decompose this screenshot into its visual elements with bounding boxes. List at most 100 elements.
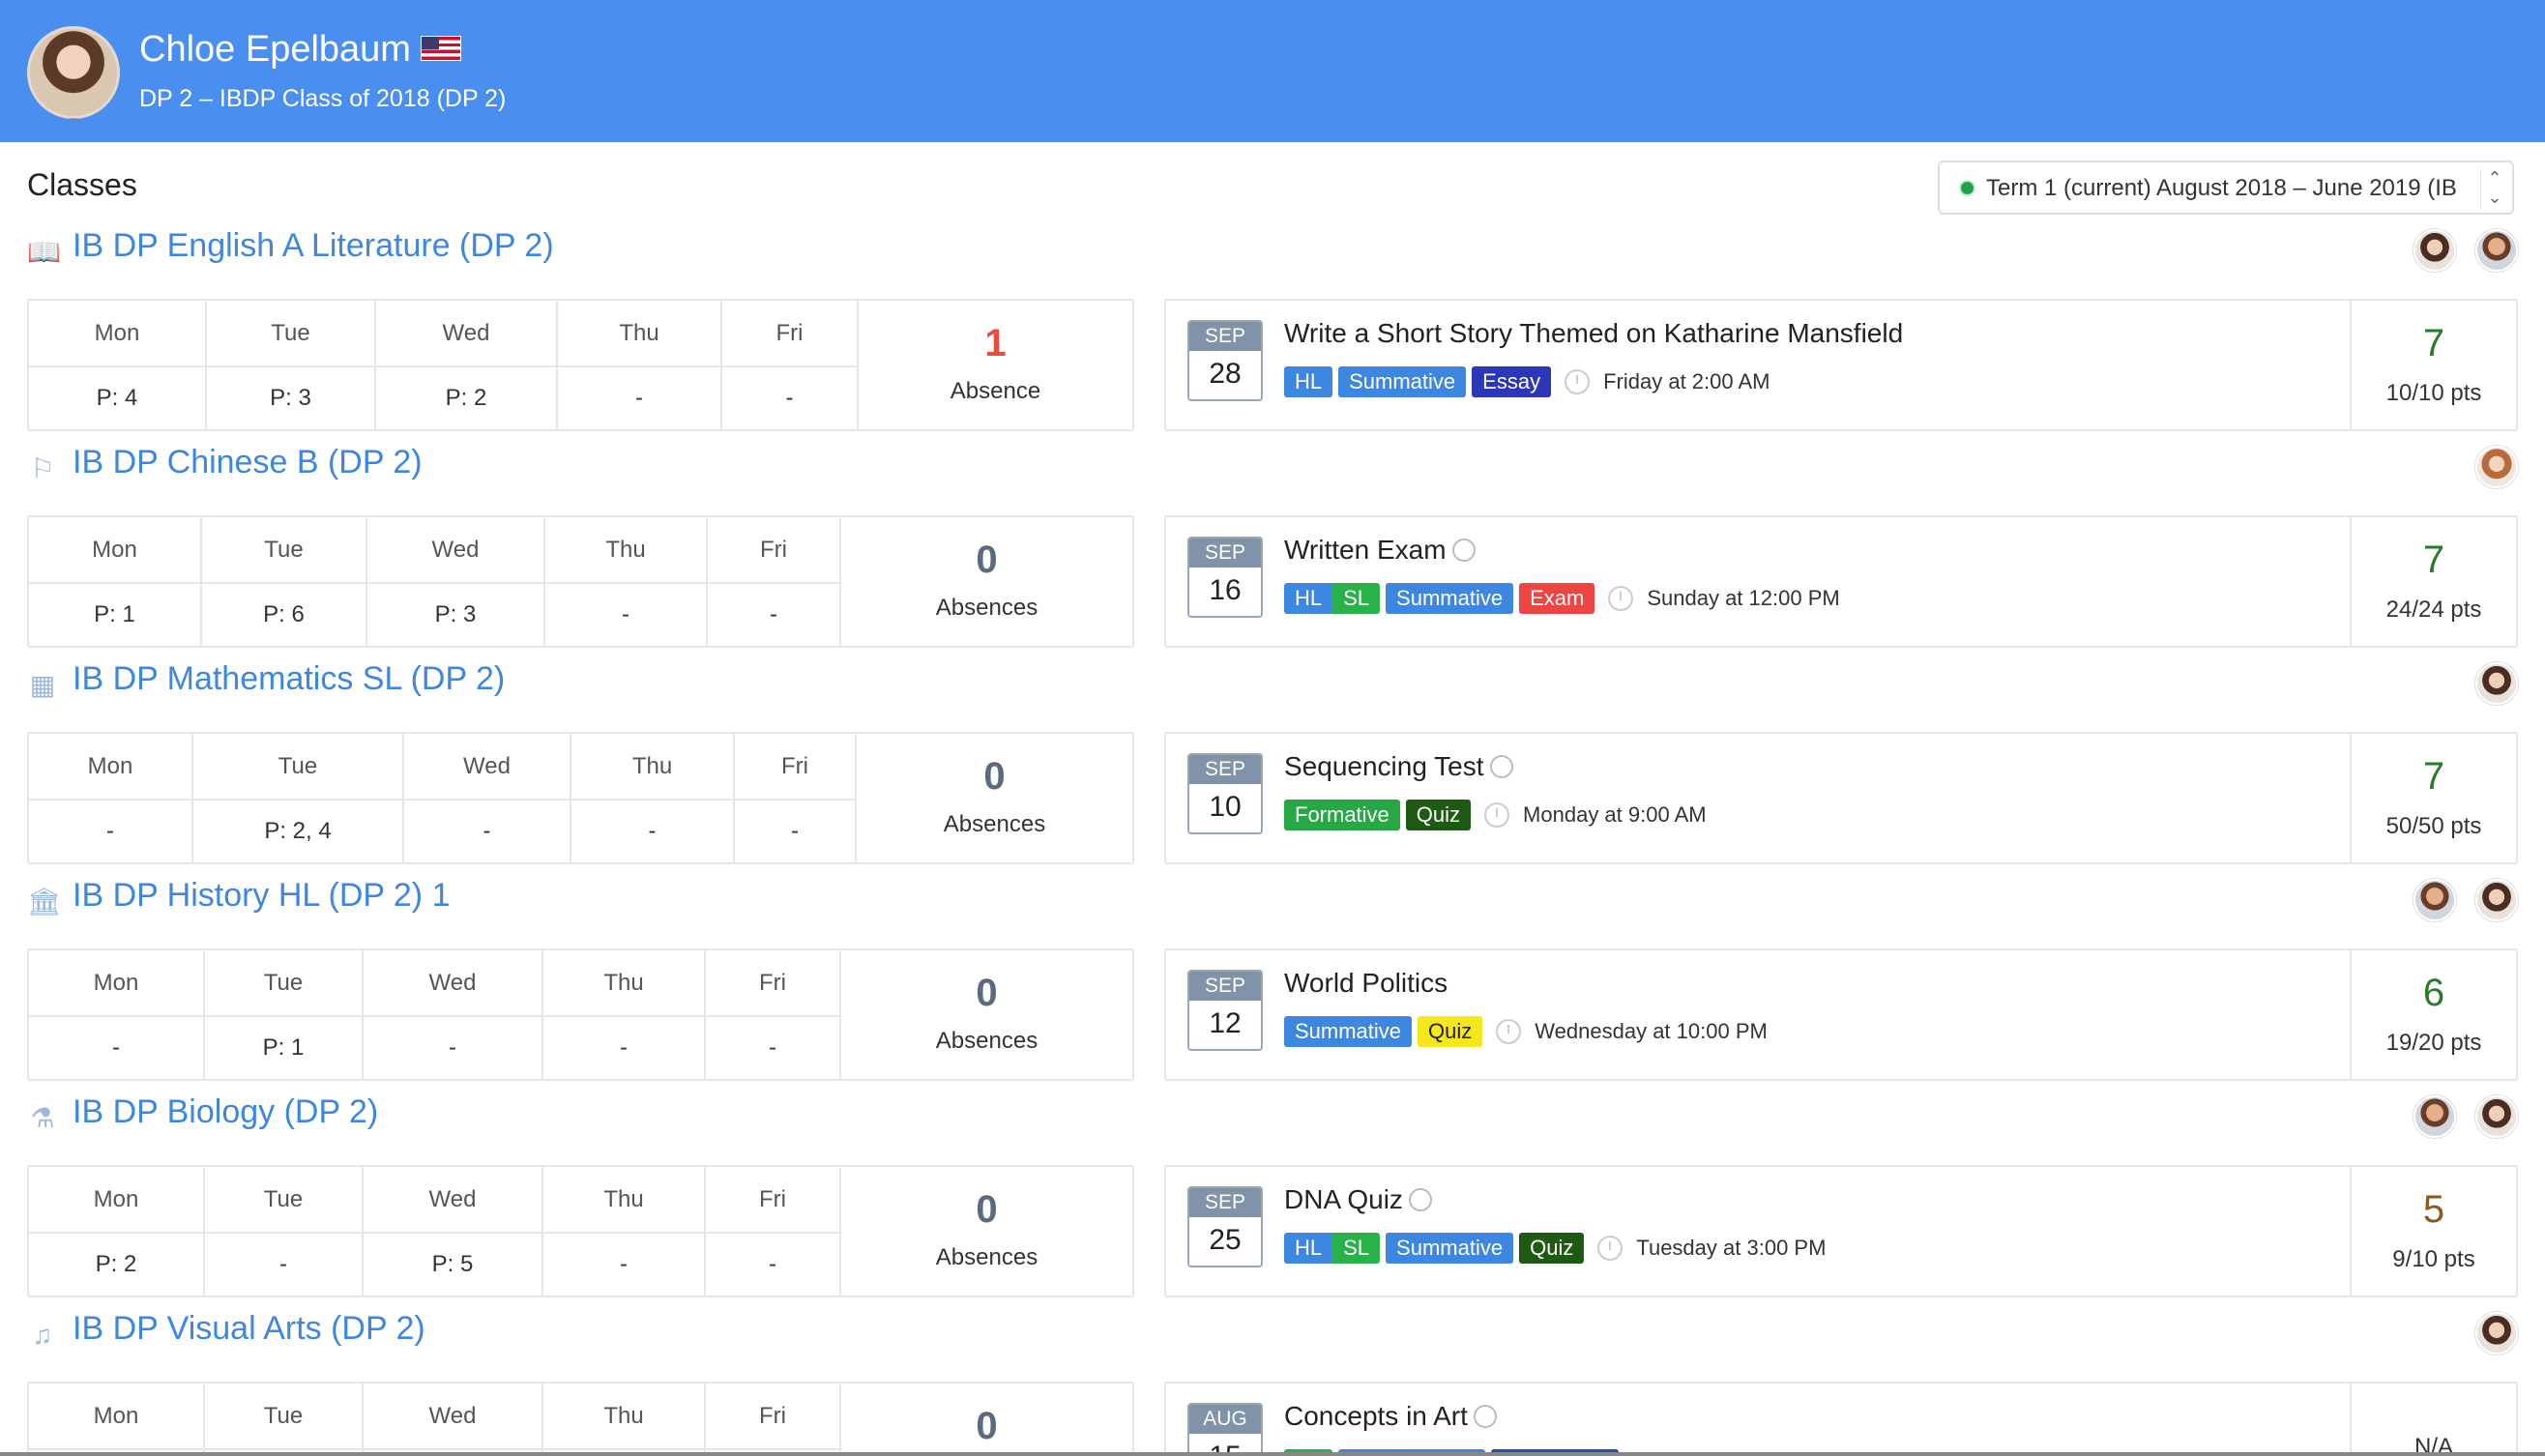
task-title[interactable]: Written Exam — [1284, 535, 1476, 566]
teacher-avatar[interactable] — [2413, 229, 2456, 272]
teacher-avatar[interactable] — [2475, 1095, 2518, 1138]
comment-icon[interactable] — [1408, 1187, 1432, 1211]
task-title[interactable]: World Politics — [1284, 968, 1448, 999]
task-date-month: SEP — [1189, 755, 1261, 784]
student-avatar[interactable] — [27, 26, 120, 119]
class-title-link[interactable]: IB DP Visual Arts (DP 2) — [73, 1310, 425, 1348]
absence-count: 0 — [976, 539, 998, 581]
latest-task-card[interactable]: SEP 12 World Politics Summative Quiz Wedn… — [1164, 948, 2518, 1081]
grade-score: 5 — [2422, 1188, 2445, 1231]
class-section: ⚐ IB DP Chinese B (DP 2) Mon P: 1 Tue P: 6… — [0, 444, 2545, 660]
tag-hl: HL — [1284, 583, 1333, 614]
day-name: Mon — [29, 1383, 203, 1450]
grade-points: N/A — [2413, 1434, 2453, 1452]
day-column-tue: Tue P: 6 — [202, 517, 367, 646]
day-column-tue: Tue - — [205, 1167, 364, 1296]
teacher-avatar[interactable] — [2475, 1312, 2518, 1354]
day-column-fri: Fri - — [722, 301, 859, 429]
absence-summary[interactable]: 0 Absences — [841, 1167, 1132, 1296]
teacher-avatar[interactable] — [2413, 879, 2456, 921]
absence-label: Absence — [950, 378, 1041, 404]
absence-count: 0 — [976, 1188, 998, 1231]
comment-icon[interactable] — [1489, 754, 1513, 778]
level-tag-group: HL SL — [1284, 583, 1381, 614]
task-title[interactable]: DNA Quiz — [1284, 1184, 1432, 1215]
day-name: Wed — [404, 734, 570, 801]
task-date: SEP 28 — [1187, 320, 1263, 401]
tag-formative: Formative — [1284, 800, 1400, 830]
task-tags: HL SL Summative Exam Sunday at 12:00 PM — [1284, 583, 1840, 614]
day-column-fri: Fri - — [708, 517, 841, 646]
task-date-day: 12 — [1189, 1001, 1261, 1049]
teacher-avatar[interactable] — [2413, 1095, 2456, 1138]
task-title-text: Sequencing Test — [1284, 751, 1484, 781]
weekly-schedule: Mon Tue Wed Thu Fri 0 — [27, 1382, 1134, 1452]
absence-summary[interactable]: 0 Absences — [857, 734, 1132, 862]
day-periods: P: 5 — [431, 1251, 474, 1277]
task-title-text: DNA Quiz — [1284, 1184, 1403, 1214]
day-periods: - — [770, 601, 777, 627]
latest-task-card[interactable]: AUG15 Concepts in Art N/A — [1164, 1382, 2518, 1452]
task-grade: 5 9/10 pts — [2350, 1167, 2516, 1296]
day-name: Mon — [29, 301, 205, 367]
tag-essay: Essay — [1472, 366, 1552, 397]
flask-icon: ⚗ — [30, 1103, 55, 1133]
day-periods: P: 4 — [96, 385, 138, 411]
term-select[interactable]: Term 1 (current) August 2018 – June 2019… — [1938, 160, 2514, 215]
flag-icon: ⚐ — [30, 453, 55, 483]
book-icon: 📖 — [27, 237, 61, 267]
day-name: Fri — [722, 301, 857, 367]
chevron-updown-icon: ⌃ ⌄ — [2480, 168, 2508, 209]
day-column-fri: Fri — [706, 1383, 841, 1452]
day-column-mon: Mon P: 2 — [29, 1167, 205, 1296]
comment-icon[interactable] — [1473, 1404, 1497, 1428]
day-name: Fri — [735, 734, 855, 801]
day-periods: - — [635, 385, 643, 411]
class-title-link[interactable]: IB DP Mathematics SL (DP 2) — [73, 660, 505, 698]
day-periods: P: 1 — [262, 1034, 305, 1061]
weekly-schedule: Mon P: 4 Tue P: 3 Wed P: 2 Thu - Fri - 1 Absen… — [27, 299, 1134, 431]
teacher-avatar[interactable] — [2475, 879, 2518, 921]
day-column-thu: Thu — [543, 1383, 706, 1452]
day-periods: P: 3 — [434, 601, 477, 627]
teacher-avatar[interactable] — [2475, 662, 2518, 705]
class-title-link[interactable]: IB DP English A Literature (DP 2) — [73, 227, 554, 265]
task-date-month: SEP — [1189, 972, 1261, 1001]
day-column-thu: Thu - — [558, 301, 722, 429]
day-column-wed: Wed P: 2 — [376, 301, 558, 429]
task-due-date: Monday at 9:00 AM — [1523, 802, 1707, 827]
page-title: Classes — [27, 167, 137, 202]
absence-summary[interactable]: 0 Absences — [841, 517, 1132, 646]
absence-label: Absences — [935, 1244, 1038, 1270]
task-grade: 7 10/10 pts — [2350, 301, 2516, 429]
class-title-link[interactable]: IB DP History HL (DP 2) 1 — [73, 877, 451, 915]
absence-count: 0 — [976, 972, 998, 1014]
day-column-mon: Mon P: 4 — [29, 301, 207, 429]
day-periods: - — [449, 1034, 456, 1061]
calculator-icon: ▦ — [29, 670, 56, 700]
day-column-mon: Mon - — [29, 734, 193, 862]
task-title[interactable]: Write a Short Story Themed on Katharine … — [1284, 318, 1903, 349]
task-date-month: SEP — [1189, 322, 1261, 351]
absence-summary[interactable]: 0 — [841, 1383, 1132, 1452]
teacher-avatar[interactable] — [2475, 229, 2518, 272]
latest-task-card[interactable]: SEP 16 Written Exam HL SL Summative Exam S… — [1164, 515, 2518, 648]
latest-task-card[interactable]: SEP 10 Sequencing Test Formative Quiz Mon… — [1164, 732, 2518, 864]
absence-summary[interactable]: 1 Absence — [859, 301, 1132, 429]
tag-exam: Exam — [1519, 583, 1595, 614]
day-name: Mon — [29, 1167, 203, 1234]
latest-task-card[interactable]: SEP 25 DNA Quiz HL SL Summative Quiz Tuesd… — [1164, 1165, 2518, 1297]
task-title[interactable]: Concepts in Art — [1284, 1401, 1497, 1432]
class-title-link[interactable]: IB DP Biology (DP 2) — [73, 1093, 378, 1131]
day-name: Wed — [376, 301, 556, 367]
day-column-tue: Tue P: 3 — [207, 301, 376, 429]
tag-sl: SL — [1332, 583, 1381, 614]
task-grade: 6 19/20 pts — [2350, 950, 2516, 1079]
teacher-avatar[interactable] — [2475, 446, 2518, 488]
task-title[interactable]: Sequencing Test — [1284, 751, 1513, 782]
latest-task-card[interactable]: SEP 28 Write a Short Story Themed on Kath… — [1164, 299, 2518, 431]
day-column-wed: Wed P: 3 — [367, 517, 545, 646]
comment-icon[interactable] — [1451, 538, 1476, 562]
absence-summary[interactable]: 0 Absences — [841, 950, 1132, 1079]
class-title-link[interactable]: IB DP Chinese B (DP 2) — [73, 444, 423, 481]
